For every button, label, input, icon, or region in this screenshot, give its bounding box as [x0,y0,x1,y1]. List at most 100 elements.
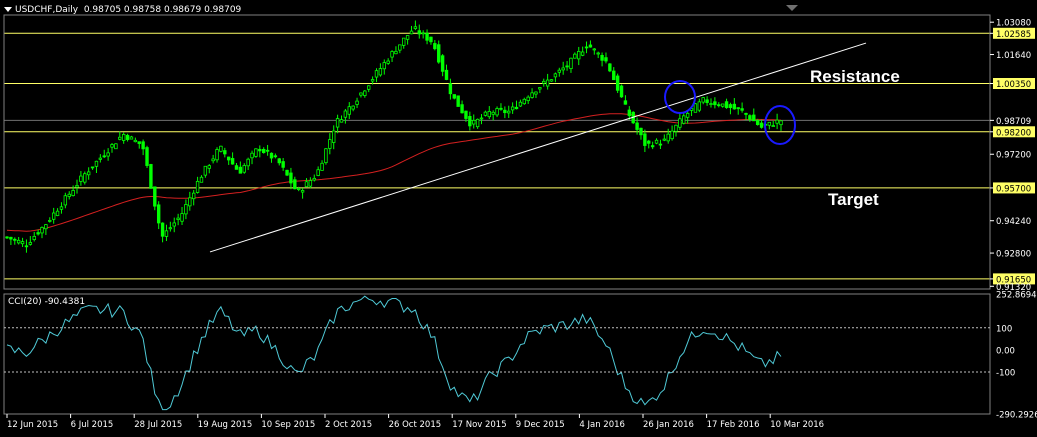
candle-body [304,181,309,188]
candle-body [483,111,488,116]
candle-body [63,195,68,206]
price-axis-label: 1.00350 [996,80,1031,90]
candle-body [658,143,663,146]
candle-body [55,210,60,216]
candle-body [351,105,355,110]
support-trendline [209,42,867,253]
candle-body [367,85,371,90]
cci-axis-label: 100 [996,324,1012,334]
resistance-annotation: Resistance [810,67,900,86]
candle-body [347,106,351,115]
candle-body [129,136,134,140]
candle-body [526,96,530,102]
candle-body [717,104,721,107]
candle-body [732,103,737,110]
candle-body [386,60,390,64]
candle-body [254,148,258,157]
candle-body [682,115,686,124]
candle-body [569,57,573,70]
trendline[interactable] [209,42,867,253]
price-axis-label: 0.92800 [996,250,1031,260]
candle-body [600,55,604,61]
price-axis-label: 0.97200 [996,151,1031,161]
candle-body [503,109,507,114]
dropdown-triangle-icon[interactable] [4,7,12,12]
candle-body [149,164,153,189]
candle-body [573,53,577,59]
candle-body [79,175,83,182]
candle-body [339,119,344,123]
candle-body [440,55,445,72]
candle-body [320,162,324,171]
candle-body [460,104,464,114]
candle-body [106,152,110,157]
candle-body [242,165,246,173]
candle-body [378,68,383,76]
candle-body [390,51,394,58]
candle-body [639,127,643,136]
date-axis-label: 6 Jul 2015 [71,420,114,430]
candle-body [549,79,554,82]
candle-body [604,57,608,62]
candle-body [650,145,655,148]
candle-body [491,111,495,115]
candle-body [9,236,13,240]
candle-body [156,204,161,224]
candle-body [67,193,71,197]
candle-body [83,173,87,183]
candle-body [98,157,103,160]
date-axis-label: 17 Feb 2016 [707,420,760,430]
candle-body [553,73,558,78]
candle-body [90,166,95,169]
candle-body [468,116,472,127]
candle-body [59,206,64,210]
candle-body [584,46,589,49]
candle-body [510,106,515,111]
candle-body [238,166,243,174]
candle-body [94,160,99,167]
date-axis-label: 10 Mar 2016 [770,420,824,430]
candle-body [370,79,375,82]
candle-body [425,32,429,41]
candle-body [456,95,460,107]
candle-body [207,165,211,169]
candle-body [647,140,651,144]
candle-body [219,145,223,152]
candle-body [475,118,480,128]
symbol-label: USDCHF,Daily [15,5,79,15]
candle-body [355,100,359,105]
candle-body [577,51,581,60]
candle-body [20,241,25,245]
candle-body [293,179,297,190]
candle-body [328,139,332,149]
chart-header: USDCHF,Daily 0.98705 0.98758 0.98679 0.9… [4,5,241,15]
candle-body [226,156,231,161]
candle-body [499,107,503,110]
cci-name: CCI(20) [8,297,42,307]
candle-body [71,190,75,196]
date-axis-label: 9 Dec 2015 [516,420,565,430]
candle-body [752,114,756,122]
price-chart[interactable]: 1.030801.02585 1.01640 1.00350 0.987090.982… [0,0,1037,437]
candle-body [479,117,484,120]
candle-body [75,185,79,188]
candle-body [164,230,169,237]
candle-body [394,50,398,55]
candle-body [168,227,173,230]
date-axis-labels: 12 Jun 2015 6 Jul 2015 28 Jul 2015 19 Aug 2… [6,414,824,430]
cci-axis-label: -100 [996,368,1015,378]
candle-body [557,69,562,73]
price-axis-label: 0.98200 [996,128,1031,138]
candle-body [580,51,585,56]
candle-body [332,130,336,143]
candle-body [693,103,698,113]
candle-body [779,120,783,126]
price-pane-frame [3,14,991,290]
date-axis-label: 26 Jan 2016 [643,420,694,430]
candle-body [44,224,48,230]
candle-body [110,144,114,148]
candle-body [141,141,145,150]
candle-body [359,92,363,96]
candle-body [472,119,476,125]
candle-body [421,32,425,35]
